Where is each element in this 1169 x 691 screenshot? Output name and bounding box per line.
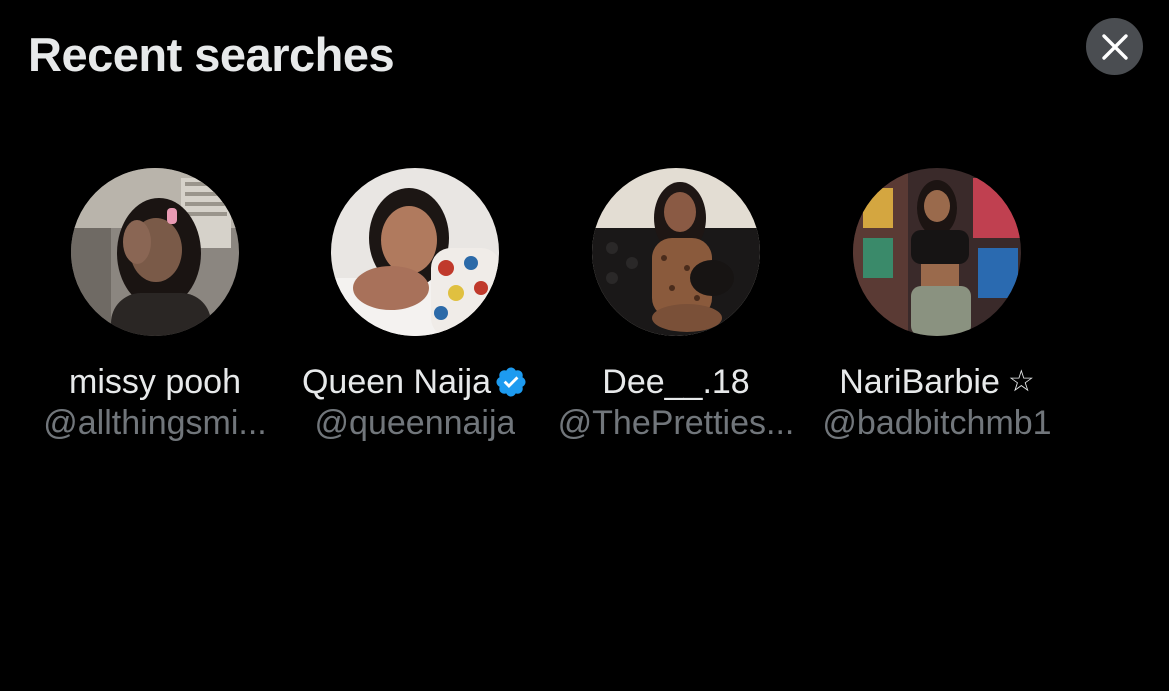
avatar-image xyxy=(331,168,499,336)
avatar-image xyxy=(853,168,1021,336)
verified-badge-icon xyxy=(496,367,526,397)
display-name: NariBarbie xyxy=(839,363,1000,401)
name-row: Queen Naija xyxy=(302,362,528,402)
avatar[interactable] xyxy=(592,168,760,336)
avatar[interactable] xyxy=(331,168,499,336)
name-row: NariBarbie ☆ xyxy=(839,362,1035,402)
recent-search-item[interactable]: NariBarbie ☆ @badbitchmb1 xyxy=(807,168,1067,443)
avatar[interactable] xyxy=(71,168,239,336)
name-row: Dee__.18 xyxy=(602,362,749,402)
handle: @badbitchmb1 xyxy=(822,404,1052,442)
avatar[interactable] xyxy=(853,168,1021,336)
page-title: Recent searches xyxy=(28,28,395,81)
avatar-image xyxy=(592,168,760,336)
handle: @queennaija xyxy=(314,404,516,442)
recent-searches-list: missy pooh @allthingsmi... Queen Naija @… xyxy=(0,168,1169,468)
display-name: Queen Naija xyxy=(301,363,491,401)
display-name: missy pooh xyxy=(69,363,241,401)
handle: @ThePretties... xyxy=(557,404,795,442)
close-button[interactable] xyxy=(1086,18,1143,75)
recent-search-item[interactable]: Dee__.18 @ThePretties... xyxy=(546,168,806,443)
recent-search-item[interactable]: Queen Naija @queennaija xyxy=(285,168,545,443)
display-name: Dee__.18 xyxy=(602,363,750,401)
name-row: missy pooh xyxy=(69,362,241,402)
handle: @allthingsmi... xyxy=(43,404,267,442)
recent-search-item[interactable]: missy pooh @allthingsmi... xyxy=(25,168,285,443)
avatar-image xyxy=(71,168,239,336)
star-badge-icon: ☆ xyxy=(1007,365,1035,398)
close-icon xyxy=(1101,33,1128,60)
